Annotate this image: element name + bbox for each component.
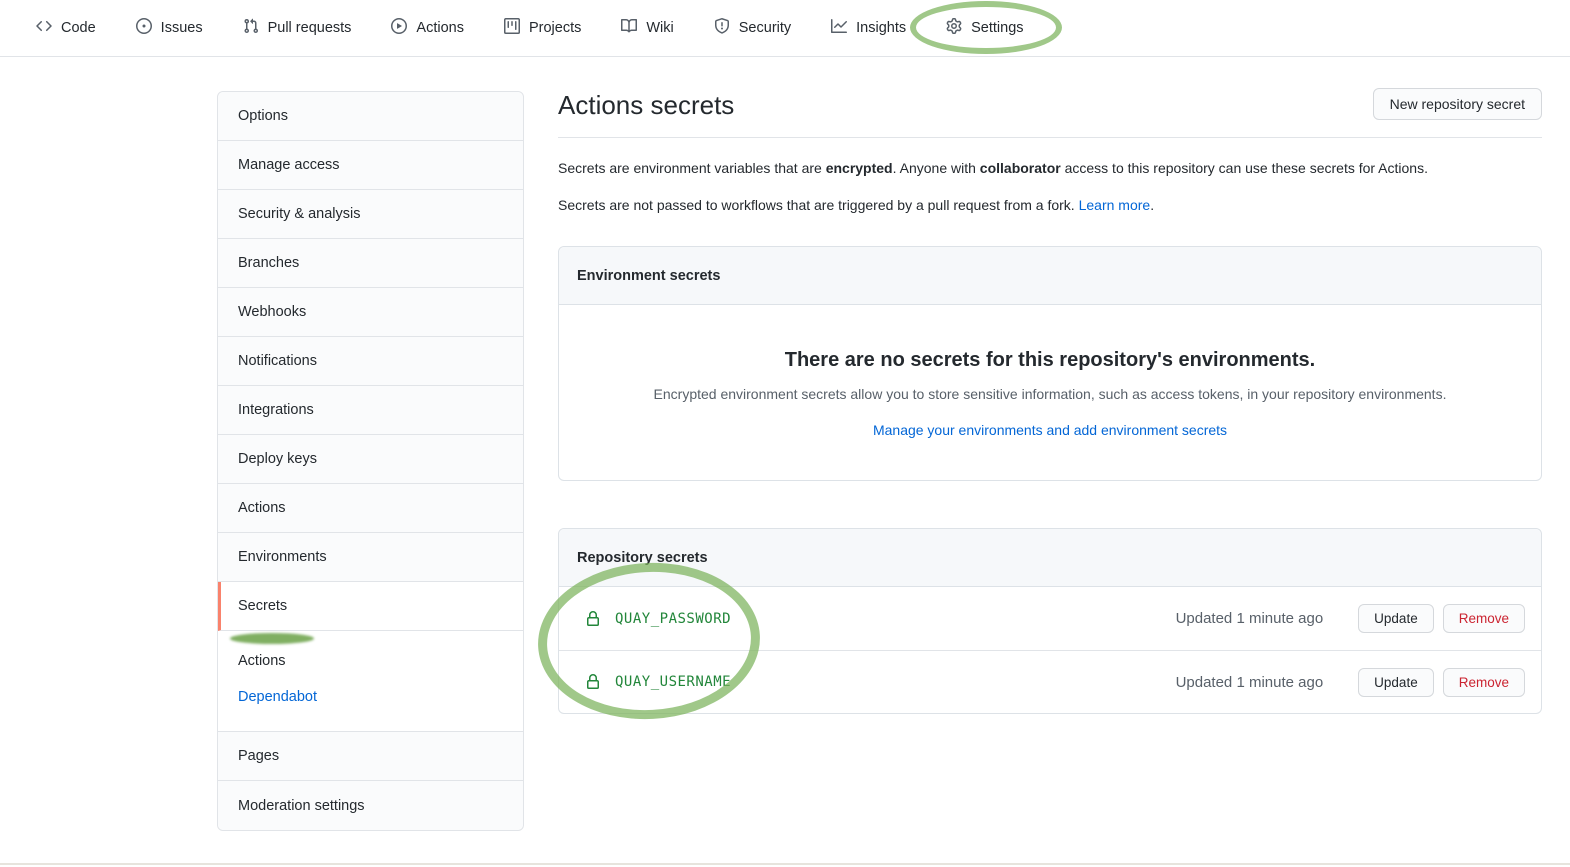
tab-issues[interactable]: Issues [116,0,223,56]
sidebar-item-label: Moderation settings [238,798,365,814]
sidebar-item-label: Secrets [238,598,287,614]
intro-paragraph-1: Secrets are environment variables that a… [558,158,1542,179]
repo-tab-bar: Code Issues Pull requests Actions Projec… [0,0,1570,57]
empty-state-title: There are no secrets for this repository… [599,349,1501,372]
sidebar-item-label: Deploy keys [238,451,317,467]
tab-security[interactable]: Security [694,0,811,56]
code-icon [36,18,52,38]
tab-actions[interactable]: Actions [371,0,484,56]
tab-label: Actions [416,20,464,36]
footer-divider [0,863,1570,865]
sidebar-item-actions[interactable]: Actions [218,484,523,533]
intro-paragraph-2: Secrets are not passed to workflows that… [558,195,1542,216]
sidebar-item-pages[interactable]: Pages [218,732,523,781]
environment-secrets-box: Environment secrets There are no secrets… [558,246,1542,481]
environment-secrets-header: Environment secrets [559,247,1541,305]
tab-label: Security [739,20,791,36]
sidebar-subitem-label: Actions [238,653,286,669]
manage-environments-link[interactable]: Manage your environments and add environ… [873,422,1227,438]
sidebar-item-label: Security & analysis [238,206,361,222]
update-secret-button[interactable]: Update [1358,668,1434,697]
play-icon [391,18,407,38]
intro-text: . Anyone with [893,160,980,176]
page-title: Actions secrets [558,90,734,121]
settings-sidebar: Options Manage access Security & analysi… [217,91,524,831]
sidebar-item-label: Pages [238,748,279,764]
intro-text: Secrets are environment variables that a… [558,160,826,176]
sidebar-item-label: Branches [238,255,299,271]
intro-bold-encrypted: encrypted [826,160,893,176]
tab-pull-requests[interactable]: Pull requests [223,0,372,56]
sidebar-subitem-dependabot[interactable]: Dependabot [238,679,503,715]
secret-updated-text: Updated 1 minute ago [1176,610,1324,627]
tab-label: Wiki [646,20,673,36]
sidebar-item-label: Actions [238,500,286,516]
box-header-label: Repository secrets [577,550,708,566]
repository-secrets-box: Repository secrets QUAY_PASSWORD Updated… [558,528,1542,714]
tab-wiki[interactable]: Wiki [601,0,693,56]
empty-state-description: Encrypted environment secrets allow you … [599,386,1501,402]
sidebar-item-label: Integrations [238,402,314,418]
secret-name: QUAY_PASSWORD [615,611,731,627]
intro-text: access to this repository can use these … [1061,160,1428,176]
tab-insights[interactable]: Insights [811,0,926,56]
lock-icon [585,611,601,627]
sidebar-item-secrets[interactable]: Secrets [218,582,523,631]
lock-icon [585,674,601,690]
sidebar-item-label: Notifications [238,353,317,369]
graph-icon [831,18,847,38]
page-header: Actions secrets New repository secret [558,88,1542,138]
update-secret-button[interactable]: Update [1358,604,1434,633]
tab-settings[interactable]: Settings [926,0,1043,56]
intro-bold-collaborator: collaborator [980,160,1061,176]
sidebar-item-manage-access[interactable]: Manage access [218,141,523,190]
repository-secrets-header: Repository secrets [559,529,1541,587]
project-icon [504,18,520,38]
sidebar-item-moderation-settings[interactable]: Moderation settings [218,781,523,830]
sidebar-item-security-analysis[interactable]: Security & analysis [218,190,523,239]
secret-updated-text: Updated 1 minute ago [1176,674,1324,691]
secret-name: QUAY_USERNAME [615,674,731,690]
secret-row-quay-username: QUAY_USERNAME Updated 1 minute ago Updat… [559,650,1541,713]
sidebar-item-label: Manage access [238,157,340,173]
new-repository-secret-button[interactable]: New repository secret [1373,88,1542,120]
environment-secrets-empty-state: There are no secrets for this repository… [559,305,1541,480]
intro-text: Secrets are not passed to workflows that… [558,197,1079,213]
sidebar-item-integrations[interactable]: Integrations [218,386,523,435]
book-icon [621,18,637,38]
remove-secret-button[interactable]: Remove [1443,604,1525,633]
sidebar-item-options[interactable]: Options [218,92,523,141]
tab-code[interactable]: Code [16,0,116,56]
learn-more-link[interactable]: Learn more [1079,197,1151,213]
tab-projects[interactable]: Projects [484,0,601,56]
sidebar-item-deploy-keys[interactable]: Deploy keys [218,435,523,484]
sidebar-subitem-actions[interactable]: Actions [238,643,503,679]
tab-label: Insights [856,20,906,36]
sidebar-item-branches[interactable]: Branches [218,239,523,288]
sidebar-item-webhooks[interactable]: Webhooks [218,288,523,337]
gear-icon [946,18,962,38]
secret-row-quay-password: QUAY_PASSWORD Updated 1 minute ago Updat… [559,587,1541,650]
tab-label: Projects [529,20,581,36]
box-header-label: Environment secrets [577,268,720,284]
sidebar-item-notifications[interactable]: Notifications [218,337,523,386]
sidebar-item-label: Webhooks [238,304,306,320]
secrets-subsection: Actions Dependabot [218,631,523,732]
remove-secret-button[interactable]: Remove [1443,668,1525,697]
secret-row-actions: Updated 1 minute ago Update Remove [1176,668,1525,697]
actions-secrets-pane: Actions secrets New repository secret Se… [558,88,1542,714]
secret-row-actions: Updated 1 minute ago Update Remove [1176,604,1525,633]
sidebar-item-label: Options [238,108,288,124]
tab-label: Pull requests [268,20,352,36]
issue-opened-icon [136,18,152,38]
tab-label: Issues [161,20,203,36]
git-pull-request-icon [243,18,259,38]
sidebar-item-label: Environments [238,549,327,565]
sidebar-item-environments[interactable]: Environments [218,533,523,582]
shield-icon [714,18,730,38]
intro-text: . [1150,197,1154,213]
tab-label: Settings [971,20,1023,36]
tab-label: Code [61,20,96,36]
sidebar-subitem-label: Dependabot [238,689,317,705]
